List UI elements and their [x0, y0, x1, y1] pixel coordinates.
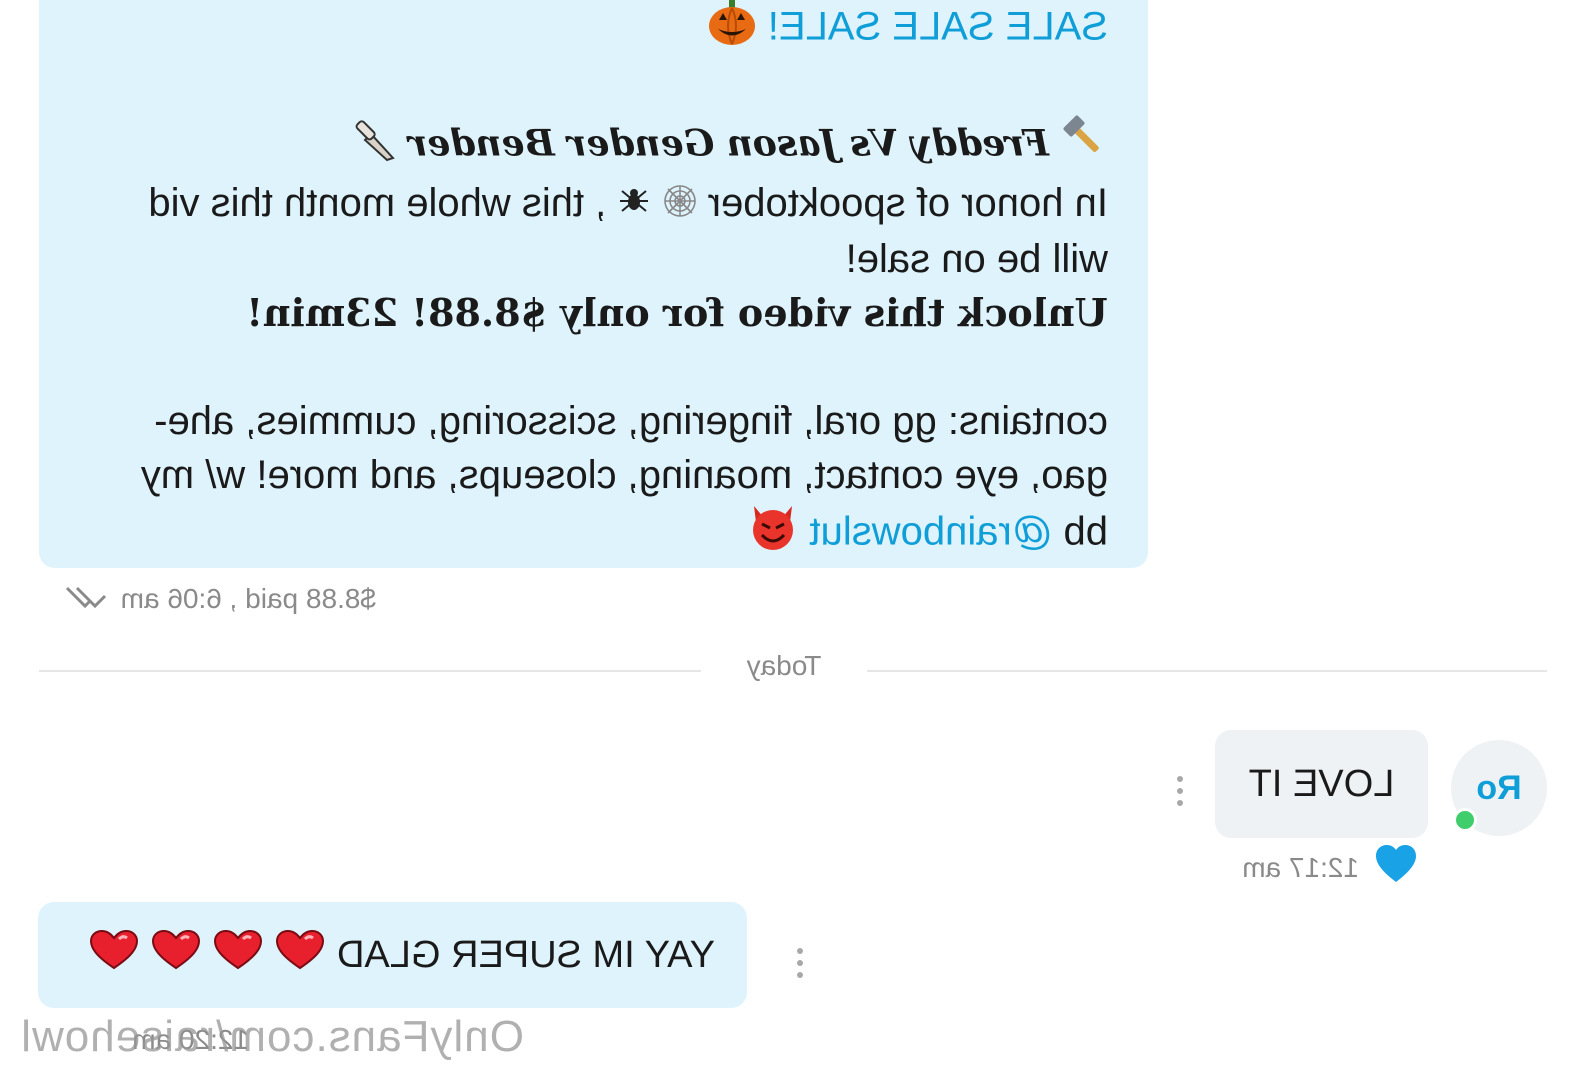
description-text-1a: In honor of spooktober: [707, 181, 1108, 225]
contains-line-1: contains: gg oral, fingering, scissoring…: [154, 399, 1108, 444]
incoming-message-menu-icon[interactable]: [1177, 776, 1183, 806]
hammer-icon: [1060, 114, 1108, 176]
incoming-message-text: LOVE IT: [1248, 762, 1395, 805]
pumpkin-icon: [707, 0, 757, 60]
incoming-message-bubble: LOVE IT: [1215, 730, 1428, 838]
reply-message-text: YAY IM SUPER GLAD: [337, 933, 715, 976]
title-line: Freddy Vs Jason Gender Bender: [59, 114, 1108, 176]
date-divider-line-right: [39, 670, 701, 672]
heart-icon-1: [275, 929, 325, 980]
spider-web-icon: [663, 178, 697, 232]
sale-heading: SALE SALE SALE!: [767, 4, 1108, 49]
incoming-message-time: 12:17 am: [1242, 852, 1359, 883]
ppv-message-bubble: SALE SALE SALE! Freddy Vs Jason Gender B…: [39, 0, 1148, 568]
devil-icon: [748, 502, 798, 566]
contains-prefix: bb: [1063, 510, 1109, 554]
heart-icon-4: [89, 929, 139, 980]
description-line-1: In honor of spooktober , this whole mont…: [59, 176, 1108, 232]
ppv-meta: $8.88 paid , 6:06 am: [59, 583, 376, 617]
date-divider-line-left: [867, 670, 1547, 672]
contains-line-2: gao, eye contact, moaning, closeups, and…: [140, 453, 1108, 498]
like-heart-icon[interactable]: [1375, 844, 1417, 889]
read-checkmarks-icon: [59, 584, 107, 617]
unlock-line: Unlock this video for only $8.88! 23min!: [246, 290, 1108, 336]
ppv-paid-time: $8.88 paid , 6:06 am: [120, 583, 376, 614]
sale-heading-line: SALE SALE SALE!: [59, 0, 1108, 60]
contains-line-3: bb @rainbowslut: [59, 502, 1108, 566]
video-title: Freddy Vs Jason Gender Bender: [408, 122, 1049, 165]
description-line-2: will be on sale!: [845, 237, 1108, 282]
date-divider: Today: [746, 650, 822, 681]
online-status-dot: [1453, 808, 1477, 832]
reply-message-menu-icon[interactable]: [797, 948, 803, 978]
description-text-1b: , this whole month this vid: [148, 181, 607, 225]
spider-icon: [617, 178, 651, 232]
knife-icon: [349, 114, 397, 176]
heart-icon-2: [213, 929, 263, 980]
watermark: OnlyFans.com/raisehowl: [20, 1012, 524, 1061]
mention-link[interactable]: @rainbowslut: [809, 510, 1052, 554]
heart-icon-3: [151, 929, 201, 980]
avatar-initials: Ro: [1476, 768, 1522, 807]
chat-view: SALE SALE SALE! Freddy Vs Jason Gender B…: [0, 0, 1569, 1080]
reply-message-bubble: YAY IM SUPER GLAD: [38, 902, 747, 1008]
